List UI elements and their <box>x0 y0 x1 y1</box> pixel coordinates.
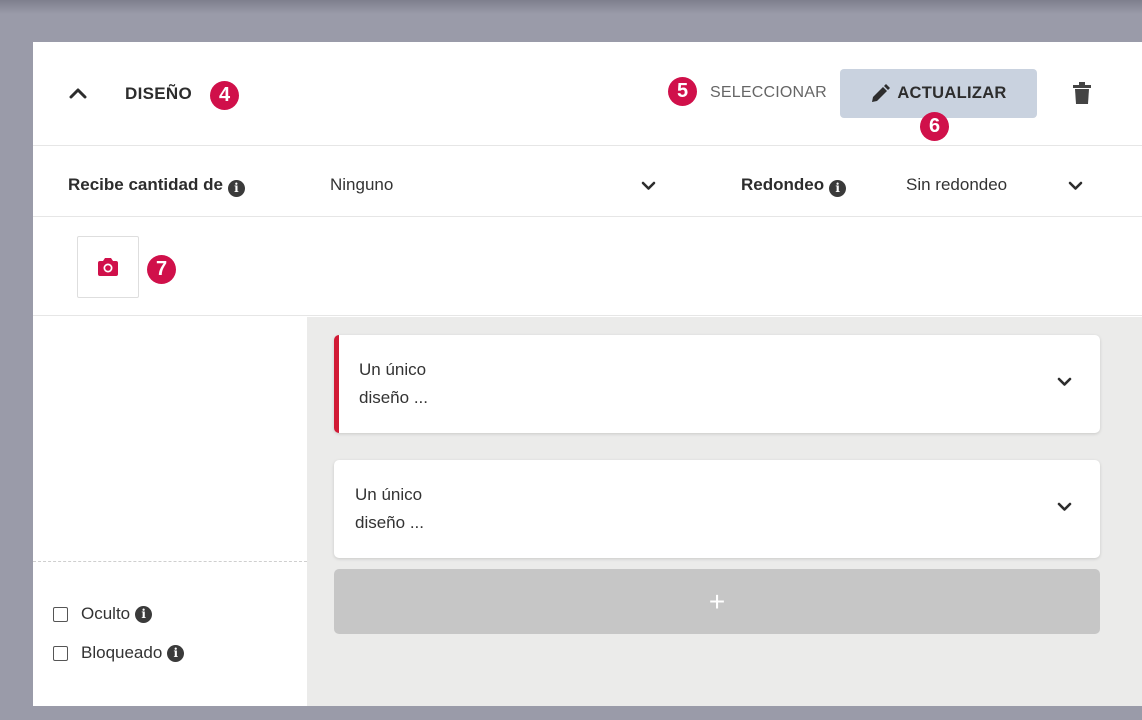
design-item-label: Un único diseño ... <box>359 360 428 407</box>
hidden-label: Oculto <box>81 604 131 623</box>
receives-select[interactable]: Ninguno <box>330 175 393 195</box>
info-icon[interactable]: i <box>135 605 153 623</box>
fields-row: Recibe cantidad de i Ninguno Redondeo i Si… <box>33 147 1142 217</box>
hidden-option: Oculto i <box>53 604 153 624</box>
chevron-down-icon[interactable] <box>1057 377 1072 387</box>
design-item[interactable]: Un único diseño ... <box>334 460 1100 558</box>
info-icon[interactable]: i <box>167 644 185 662</box>
callout-badge-4: 4 <box>210 81 239 110</box>
design-list-panel: Un único diseño ... Un único diseño ... … <box>307 317 1142 706</box>
select-button[interactable]: SELECCIONAR <box>710 84 827 102</box>
callout-badge-7: 7 <box>147 255 176 284</box>
section-title: DISEÑO <box>125 84 192 103</box>
camera-button[interactable] <box>77 236 139 298</box>
trash-icon[interactable] <box>1073 82 1091 104</box>
info-icon[interactable]: i <box>829 180 847 197</box>
divider <box>33 561 307 562</box>
add-design-button[interactable]: + <box>334 569 1100 634</box>
callout-badge-5: 5 <box>668 77 697 106</box>
plus-icon: + <box>708 586 726 617</box>
options-panel: Oculto i Bloqueado i <box>33 317 307 706</box>
receives-label: Recibe cantidad de i <box>68 175 245 197</box>
backdrop-shade <box>0 0 1142 14</box>
locked-checkbox[interactable] <box>53 645 68 661</box>
update-button-label: ACTUALIZAR <box>897 84 1007 102</box>
design-item-label: Un único diseño ... <box>355 485 424 532</box>
rounding-label: Redondeo i <box>741 175 847 197</box>
image-row <box>33 218 1142 316</box>
chevron-up-icon[interactable] <box>69 86 87 100</box>
locked-label: Bloqueado <box>81 643 163 662</box>
locked-option: Bloqueado i <box>53 643 185 663</box>
callout-badge-6: 6 <box>920 112 949 141</box>
pencil-icon <box>872 83 891 102</box>
design-section-card: DISEÑO 4 5 SELECCIONAR ACTUALIZAR 6 Reci… <box>33 42 1142 706</box>
camera-icon <box>98 258 118 276</box>
chevron-down-icon[interactable] <box>641 181 656 191</box>
info-icon[interactable]: i <box>227 180 245 197</box>
section-header: DISEÑO 4 5 SELECCIONAR ACTUALIZAR 6 <box>33 42 1142 146</box>
hidden-checkbox[interactable] <box>53 606 68 622</box>
rounding-select[interactable]: Sin redondeo <box>906 175 1007 195</box>
update-button[interactable]: ACTUALIZAR <box>840 69 1037 118</box>
chevron-down-icon[interactable] <box>1057 502 1072 512</box>
chevron-down-icon[interactable] <box>1068 181 1083 191</box>
design-item[interactable]: Un único diseño ... <box>334 335 1100 433</box>
